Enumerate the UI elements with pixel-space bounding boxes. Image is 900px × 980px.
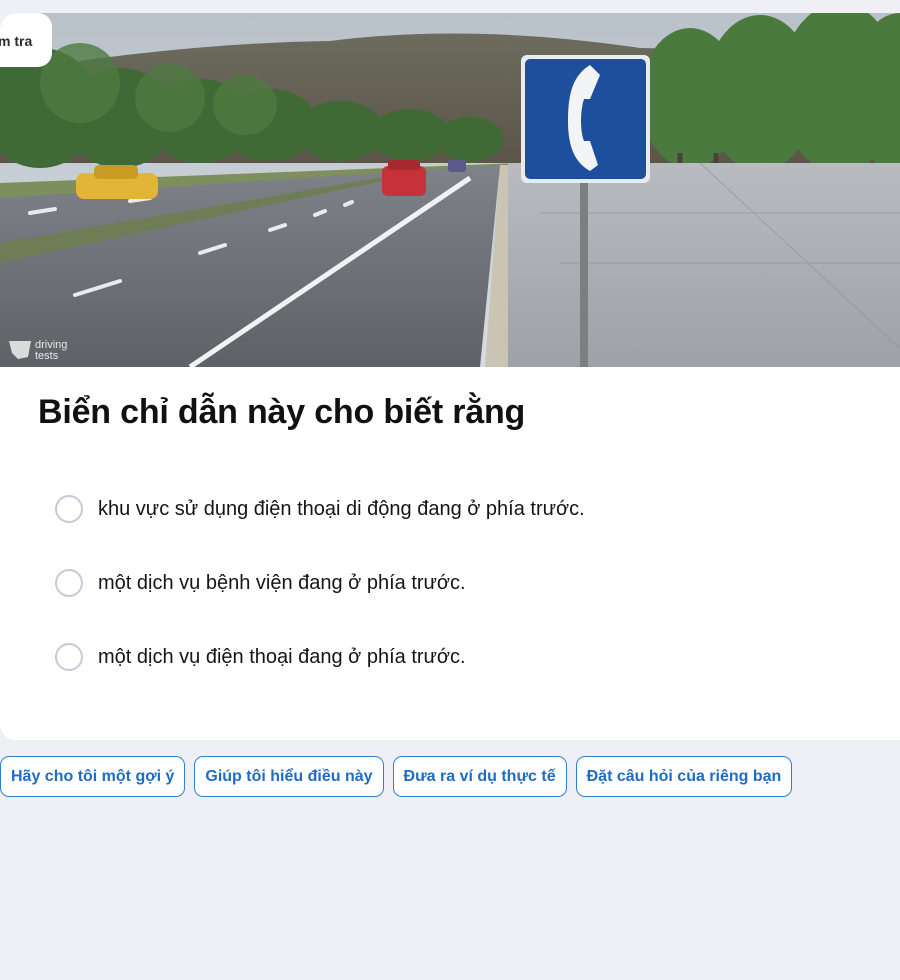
radio-button[interactable]	[55, 569, 83, 597]
ask-question-button[interactable]: Đặt câu hỏi của riêng bạn	[575, 756, 793, 797]
answer-options: khu vực sử dụng điện thoại di động đang …	[55, 492, 585, 714]
question-image: driving tests	[0, 13, 900, 367]
suggestion-chips: Hãy cho tôi một gợi ý Giúp tôi hiểu điều…	[0, 756, 801, 797]
radio-button[interactable]	[55, 643, 83, 671]
radio-button[interactable]	[55, 495, 83, 523]
answer-option-3[interactable]: một dịch vụ điện thoại đang ở phía trước…	[55, 640, 585, 674]
quiz-badge-label: m tra	[0, 33, 33, 49]
question-text: Biển chỉ dẫn này cho biết rằng	[38, 393, 526, 431]
answer-option-1[interactable]: khu vực sử dụng điện thoại di động đang …	[55, 492, 585, 526]
question-card: driving tests m tra Biển chỉ dẫn này cho…	[0, 13, 900, 740]
watermark-line2: tests	[35, 350, 59, 362]
quiz-badge: m tra	[0, 13, 52, 67]
answer-option-label: khu vực sử dụng điện thoại di động đang …	[98, 497, 585, 520]
real-example-button[interactable]: Đưa ra ví dụ thực tế	[392, 756, 567, 797]
answer-option-2[interactable]: một dịch vụ bệnh viện đang ở phía trước.	[55, 566, 585, 600]
explain-button[interactable]: Giúp tôi hiểu điều này	[194, 756, 384, 797]
hint-button[interactable]: Hãy cho tôi một gợi ý	[0, 756, 186, 797]
answer-option-label: một dịch vụ điện thoại đang ở phía trước…	[98, 645, 466, 668]
answer-option-label: một dịch vụ bệnh viện đang ở phía trước.	[98, 571, 466, 594]
